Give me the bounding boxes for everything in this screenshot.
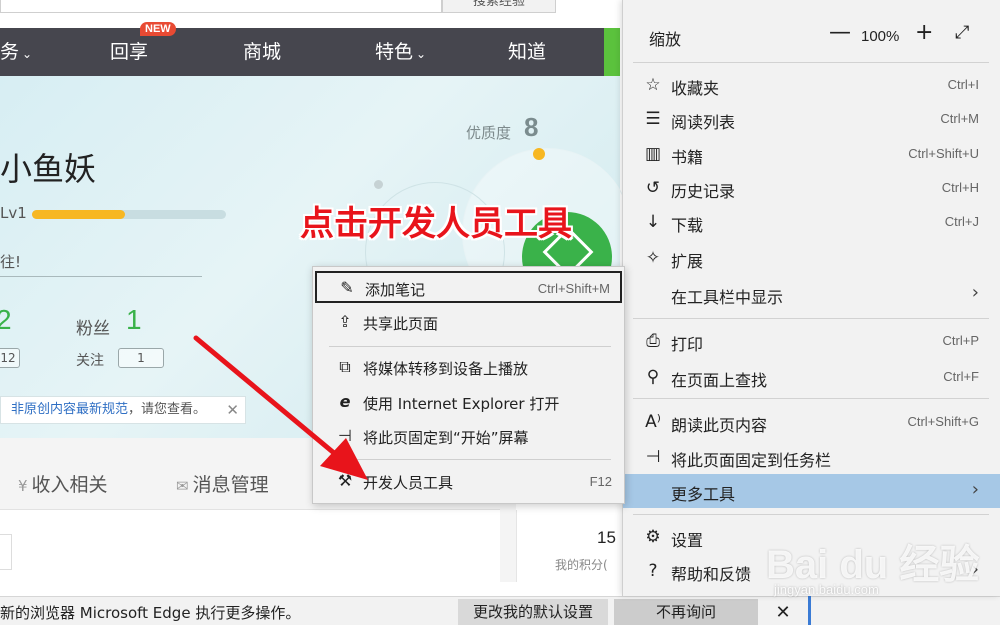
points-value: 15 <box>597 528 616 547</box>
fans-value: 1 <box>126 304 142 335</box>
zoom-value: 100% <box>861 28 900 45</box>
menu-divider <box>633 62 989 63</box>
red-arrow-icon <box>193 335 368 480</box>
nav-item-zhidao[interactable]: 知道 <box>508 28 546 76</box>
baidu-jingyan-watermark: Bai du 经验 jingyan.baidu.com <box>766 520 996 600</box>
history-icon: ↺ <box>645 178 661 198</box>
mail-icon: ✉ <box>176 477 189 495</box>
chevron-right-icon: › <box>971 479 979 500</box>
nav-item-mall[interactable]: 商城 <box>243 28 281 76</box>
pen-icon: ✎ <box>340 278 354 297</box>
search-button[interactable]: 搜索经验 <box>442 0 556 13</box>
points-panel: 15 我的积分( <box>516 510 620 582</box>
edge-settings-menu: 缩放 — 100% + ⤢ ☆ 收藏夹 Ctrl+I ☰ 阅读列表 Ctrl+M ▥ 书籍… <box>622 0 1000 596</box>
points-label: 我的积分( <box>555 558 608 572</box>
books-icon: ▥ <box>644 144 662 164</box>
menu-item-downloads[interactable]: ↓ 下载 Ctrl+J <box>623 205 1000 239</box>
level-progress-bar <box>32 210 226 219</box>
printer-icon: ⎙ <box>646 331 660 351</box>
username: 小鱼妖 <box>0 150 97 188</box>
address-focus-edge <box>808 596 811 625</box>
pin-icon: ⊣ <box>645 447 661 467</box>
user-level: Lv1 <box>0 204 27 222</box>
submenu-item-add-notes[interactable]: ✎ 添加笔记 Ctrl+Shift+M <box>315 271 622 303</box>
top-search-strip: 搜索经验 <box>0 0 620 28</box>
watermark-url: jingyan.baidu.com <box>774 582 879 597</box>
menu-item-favorites[interactable]: ☆ 收藏夹 Ctrl+I <box>623 68 1000 102</box>
close-icon[interactable]: ✕ <box>762 599 804 625</box>
text-input[interactable] <box>0 534 12 570</box>
menu-item-reading-list[interactable]: ☰ 阅读列表 Ctrl+M <box>623 102 1000 136</box>
signature-underline <box>0 276 202 277</box>
star-icon: ☆ <box>645 75 661 95</box>
dont-ask-button[interactable]: 不再询问 <box>614 599 758 625</box>
default-browser-message: 新的浏览器 Microsoft Edge 执行更多操作。 <box>0 604 301 622</box>
signature: 往! <box>0 253 22 271</box>
content-panel <box>0 510 500 582</box>
help-icon: ? <box>648 561 658 581</box>
stat-value: 2 <box>0 304 12 335</box>
change-default-button[interactable]: 更改我的默认设置 <box>458 599 608 625</box>
menu-item-history[interactable]: ↺ 历史记录 Ctrl+H <box>623 171 1000 205</box>
zoom-out-button[interactable]: — <box>829 20 851 45</box>
search-icon: ⚲ <box>646 367 660 387</box>
read-aloud-icon: A⁾ <box>645 412 661 432</box>
zoom-row: 缩放 — 100% + ⤢ <box>623 14 1000 58</box>
menu-divider <box>633 398 989 399</box>
instruction-annotation: 点击开发人员工具 <box>300 204 572 244</box>
menu-divider <box>633 514 989 515</box>
menu-item-show-in-toolbar[interactable]: 在工具栏中显示 › <box>623 277 1000 311</box>
nav-active-tab[interactable] <box>604 28 620 76</box>
decor-dot <box>374 180 383 189</box>
default-browser-bar: 新的浏览器 Microsoft Edge 执行更多操作。 更改我的默认设置 不再… <box>0 596 1000 625</box>
puzzle-icon: ✧ <box>645 248 661 268</box>
nav-item-services[interactable]: 务 ⌄ <box>0 28 32 76</box>
new-badge: NEW <box>140 22 176 36</box>
zoom-in-button[interactable]: + <box>915 20 933 45</box>
notice-link[interactable]: 非原创内容最新规范 <box>11 402 128 417</box>
menu-item-extensions[interactable]: ✧ 扩展 <box>623 241 1000 275</box>
nav-item-features[interactable]: 特色 ⌄ <box>375 28 426 76</box>
quality-label: 优质度 <box>466 124 512 142</box>
menu-item-books[interactable]: ▥ 书籍 Ctrl+Shift+U <box>623 137 1000 171</box>
download-icon: ↓ <box>645 212 661 232</box>
site-navbar: 务 ⌄ 回享 商城 特色 ⌄ 知道 <box>0 28 620 76</box>
search-input[interactable] <box>0 0 442 13</box>
follow-label: 关注 <box>76 353 104 369</box>
gear-icon: ⚙ <box>645 527 661 547</box>
fullscreen-icon[interactable]: ⤢ <box>955 22 969 43</box>
menu-item-print[interactable]: ⎙ 打印 Ctrl+P <box>623 324 1000 358</box>
menu-item-read-aloud[interactable]: A⁾ 朗读此页内容 Ctrl+Shift+G <box>623 405 1000 439</box>
menu-item-more-tools[interactable]: 更多工具 › <box>623 474 1000 508</box>
list-icon: ☰ <box>645 109 661 129</box>
follow-box[interactable]: 1 <box>118 348 164 368</box>
menu-item-find[interactable]: ⚲ 在页面上查找 Ctrl+F <box>623 360 1000 394</box>
stat-box[interactable]: 12 <box>0 348 20 368</box>
zoom-label: 缩放 <box>649 30 682 49</box>
chevron-right-icon: › <box>971 282 979 303</box>
level-progress-fill <box>32 210 126 219</box>
fans-label: 粉丝 <box>76 319 110 339</box>
tab-income[interactable]: ¥ 收入相关 <box>18 460 108 510</box>
menu-item-pin-taskbar[interactable]: ⊣ 将此页面固定到任务栏 <box>623 440 1000 474</box>
yen-icon: ¥ <box>18 477 28 495</box>
share-icon: ⇪ <box>338 312 352 331</box>
quality-value: 8 <box>524 112 539 142</box>
menu-divider <box>633 318 989 319</box>
decor-dot <box>533 148 545 160</box>
